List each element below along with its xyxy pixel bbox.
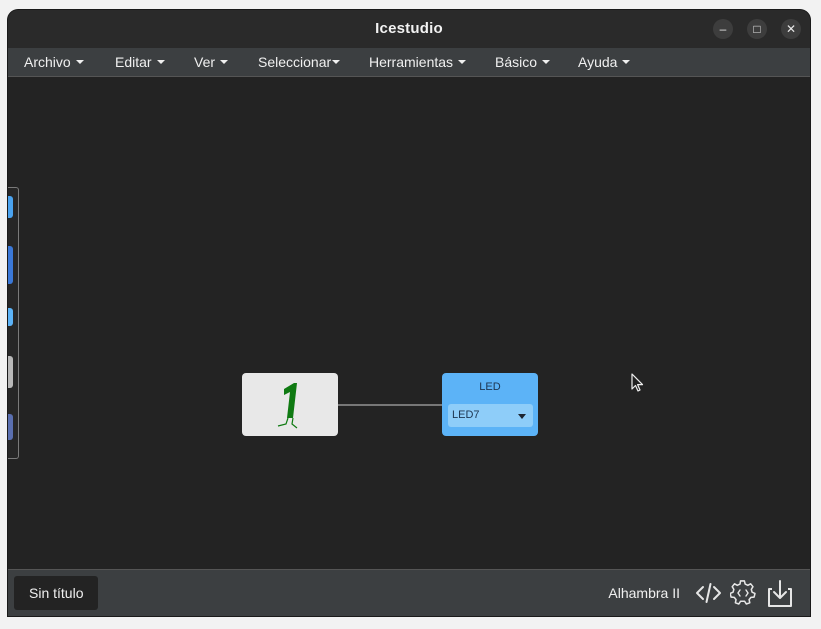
palette-chip[interactable] xyxy=(8,356,13,388)
menu-ver[interactable]: Ver xyxy=(194,48,229,76)
led-pin-select[interactable]: LED7 xyxy=(448,404,533,427)
palette-chip[interactable] xyxy=(8,196,13,218)
status-bar: Sin título Alhambra II xyxy=(8,569,810,616)
menu-label: Seleccionar xyxy=(258,54,332,70)
menu-label: Archivo xyxy=(24,54,71,70)
menu-label: Ver xyxy=(194,54,216,70)
dropdown-arrow-icon xyxy=(518,414,526,419)
wire[interactable] xyxy=(338,404,442,406)
minimize-button[interactable]: – xyxy=(713,19,733,39)
caret-down-icon xyxy=(622,60,631,65)
led-pin-value: LED7 xyxy=(452,409,480,421)
caret-down-icon xyxy=(156,60,165,65)
menu-editar[interactable]: Editar xyxy=(115,48,165,76)
menu-archivo[interactable]: Archivo xyxy=(24,48,84,76)
minimize-icon: – xyxy=(719,22,727,36)
project-name-button[interactable]: Sin título xyxy=(14,576,99,610)
digital-one-icon xyxy=(277,383,298,429)
menu-label: Editar xyxy=(115,54,152,70)
menu-label: Básico xyxy=(495,54,538,70)
led-block-title: LED xyxy=(479,381,501,393)
palette-chip[interactable] xyxy=(8,308,13,326)
board-name[interactable]: Alhambra II xyxy=(608,570,680,616)
mouse-cursor-icon xyxy=(631,373,644,392)
caret-down-icon xyxy=(75,60,84,65)
menu-herramientas[interactable]: Herramientas xyxy=(369,48,467,76)
menu-label: Ayuda xyxy=(578,54,618,70)
download-icon[interactable] xyxy=(767,580,793,608)
design-canvas[interactable]: LED LED7 xyxy=(8,77,810,569)
menu-label: Herramientas xyxy=(369,54,454,70)
settings-icon[interactable] xyxy=(730,580,756,606)
caret-down-icon xyxy=(458,60,467,65)
close-icon: ✕ xyxy=(785,22,797,36)
title-bar[interactable]: Icestudio – □ ✕ xyxy=(8,10,810,48)
constant-one-block[interactable] xyxy=(242,373,338,436)
palette-chip[interactable] xyxy=(8,414,13,440)
app-window: Icestudio – □ ✕ Archivo Editar Ver Selec… xyxy=(8,10,810,616)
menu-basico[interactable]: Básico xyxy=(495,48,551,76)
caret-down-icon xyxy=(332,60,341,65)
menu-ayuda[interactable]: Ayuda xyxy=(578,48,631,76)
caret-down-icon xyxy=(220,60,229,65)
menu-bar: Archivo Editar Ver Seleccionar Herramien… xyxy=(8,48,810,77)
code-icon[interactable] xyxy=(695,580,722,606)
led-output-block[interactable]: LED LED7 xyxy=(442,373,538,436)
maximize-icon: □ xyxy=(753,22,761,36)
caret-down-icon xyxy=(542,60,551,65)
close-button[interactable]: ✕ xyxy=(781,19,801,39)
maximize-button[interactable]: □ xyxy=(747,19,767,39)
window-title: Icestudio xyxy=(375,20,443,37)
menu-seleccionar[interactable]: Seleccionar xyxy=(258,48,341,76)
collapsed-palette[interactable] xyxy=(8,187,19,459)
palette-chip[interactable] xyxy=(8,246,13,284)
